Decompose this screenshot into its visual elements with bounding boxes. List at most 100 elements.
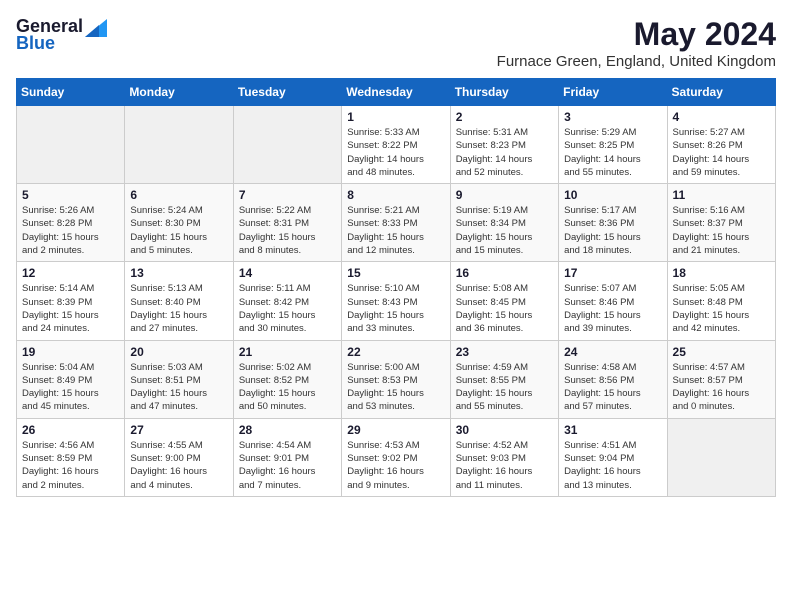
table-row: 29Sunrise: 4:53 AM Sunset: 9:02 PM Dayli… [342,418,450,496]
day-info: Sunrise: 5:02 AM Sunset: 8:52 PM Dayligh… [239,361,336,414]
day-number: 25 [673,345,770,359]
day-info: Sunrise: 5:27 AM Sunset: 8:26 PM Dayligh… [673,126,770,179]
table-row: 28 Sunrise: 4:54 AM Sunset: 9:01 PM Dayli… [233,418,341,496]
day-number: 11 [673,188,770,202]
table-row: 12 Sunrise: 5:14 AM Sunset: 8:39 PM Dayli… [17,262,125,340]
header-sunday: Sunday [17,79,125,106]
day-number: 9 [456,188,553,202]
day-number: 10 [564,188,661,202]
day-info: Sunrise: 4:56 AM Sunset: 8:59 PM Dayligh… [22,439,119,492]
table-row: 21 Sunrise: 5:02 AM Sunset: 8:52 PM Dayli… [233,340,341,418]
table-row [233,106,341,184]
day-number: 6 [130,188,227,202]
table-row: 4 Sunrise: 5:27 AM Sunset: 8:26 PM Daylig… [667,106,775,184]
day-number: 2 [456,110,553,124]
day-number: 18 [673,266,770,280]
day-info: Sunrise: 5:03 AM Sunset: 8:51 PM Dayligh… [130,361,227,414]
table-row: 8Sunrise: 5:21 AM Sunset: 8:33 PM Daylig… [342,184,450,262]
day-info: Sunrise: 4:54 AM Sunset: 9:01 PM Dayligh… [239,439,336,492]
table-row: 14 Sunrise: 5:11 AM Sunset: 8:42 PM Dayli… [233,262,341,340]
day-number: 8 [347,188,444,202]
header-tuesday: Tuesday [233,79,341,106]
day-info: Sunrise: 5:00 AM Sunset: 8:53 PM Dayligh… [347,361,444,414]
day-number: 28 [239,423,336,437]
table-row: 18 Sunrise: 5:05 AM Sunset: 8:48 PM Dayli… [667,262,775,340]
header-monday: Monday [125,79,233,106]
day-info: Sunrise: 5:13 AM Sunset: 8:40 PM Dayligh… [130,282,227,335]
table-row: 15Sunrise: 5:10 AM Sunset: 8:43 PM Dayli… [342,262,450,340]
header-friday: Friday [559,79,667,106]
day-info: Sunrise: 5:10 AM Sunset: 8:43 PM Dayligh… [347,282,444,335]
table-row: 13Sunrise: 5:13 AM Sunset: 8:40 PM Dayli… [125,262,233,340]
calendar-week-row: 5 Sunrise: 5:26 AM Sunset: 8:28 PM Daylig… [17,184,776,262]
table-row: 20 Sunrise: 5:03 AM Sunset: 8:51 PM Dayli… [125,340,233,418]
day-info: Sunrise: 5:31 AM Sunset: 8:23 PM Dayligh… [456,126,553,179]
day-number: 5 [22,188,119,202]
day-number: 14 [239,266,336,280]
day-info: Sunrise: 5:11 AM Sunset: 8:42 PM Dayligh… [239,282,336,335]
day-number: 31 [564,423,661,437]
day-info: Sunrise: 5:19 AM Sunset: 8:34 PM Dayligh… [456,204,553,257]
table-row: 11 Sunrise: 5:16 AM Sunset: 8:37 PM Dayli… [667,184,775,262]
table-row: 27 Sunrise: 4:55 AM Sunset: 9:00 PM Dayli… [125,418,233,496]
month-year-title: May 2024 [497,16,776,53]
header: General Blue May 2024 Furnace Green, Eng… [16,16,776,70]
logo-blue-text: Blue [16,33,55,54]
calendar-week-row: 19Sunrise: 5:04 AM Sunset: 8:49 PM Dayli… [17,340,776,418]
table-row [667,418,775,496]
calendar-week-row: 26 Sunrise: 4:56 AM Sunset: 8:59 PM Dayli… [17,418,776,496]
day-number: 3 [564,110,661,124]
logo-icon [85,19,107,37]
table-row: 26 Sunrise: 4:56 AM Sunset: 8:59 PM Dayli… [17,418,125,496]
day-info: Sunrise: 5:26 AM Sunset: 8:28 PM Dayligh… [22,204,119,257]
table-row: 30Sunrise: 4:52 AM Sunset: 9:03 PM Dayli… [450,418,558,496]
table-row: 25 Sunrise: 4:57 AM Sunset: 8:57 PM Dayli… [667,340,775,418]
table-row: 16 Sunrise: 5:08 AM Sunset: 8:45 PM Dayli… [450,262,558,340]
table-row [125,106,233,184]
table-row: 23 Sunrise: 4:59 AM Sunset: 8:55 PM Dayli… [450,340,558,418]
day-info: Sunrise: 5:17 AM Sunset: 8:36 PM Dayligh… [564,204,661,257]
day-number: 24 [564,345,661,359]
day-number: 1 [347,110,444,124]
day-info: Sunrise: 4:57 AM Sunset: 8:57 PM Dayligh… [673,361,770,414]
day-info: Sunrise: 5:14 AM Sunset: 8:39 PM Dayligh… [22,282,119,335]
day-number: 7 [239,188,336,202]
header-thursday: Thursday [450,79,558,106]
title-section: May 2024 Furnace Green, England, United … [497,16,776,70]
table-row: 24 Sunrise: 4:58 AM Sunset: 8:56 PM Dayli… [559,340,667,418]
day-number: 27 [130,423,227,437]
day-info: Sunrise: 4:59 AM Sunset: 8:55 PM Dayligh… [456,361,553,414]
day-info: Sunrise: 4:58 AM Sunset: 8:56 PM Dayligh… [564,361,661,414]
day-number: 26 [22,423,119,437]
calendar-body: 1 Sunrise: 5:33 AM Sunset: 8:22 PM Daylig… [17,106,776,497]
day-number: 4 [673,110,770,124]
day-number: 20 [130,345,227,359]
calendar-week-row: 12 Sunrise: 5:14 AM Sunset: 8:39 PM Dayli… [17,262,776,340]
header-saturday: Saturday [667,79,775,106]
table-row: 5 Sunrise: 5:26 AM Sunset: 8:28 PM Daylig… [17,184,125,262]
day-number: 23 [456,345,553,359]
day-number: 21 [239,345,336,359]
table-row: 1 Sunrise: 5:33 AM Sunset: 8:22 PM Daylig… [342,106,450,184]
table-row: 17Sunrise: 5:07 AM Sunset: 8:46 PM Dayli… [559,262,667,340]
calendar-header: Sunday Monday Tuesday Wednesday Thursday… [17,79,776,106]
table-row: 2 Sunrise: 5:31 AM Sunset: 8:23 PM Daylig… [450,106,558,184]
day-info: Sunrise: 5:08 AM Sunset: 8:45 PM Dayligh… [456,282,553,335]
table-row: 10 Sunrise: 5:17 AM Sunset: 8:36 PM Dayli… [559,184,667,262]
day-info: Sunrise: 5:05 AM Sunset: 8:48 PM Dayligh… [673,282,770,335]
day-info: Sunrise: 5:16 AM Sunset: 8:37 PM Dayligh… [673,204,770,257]
day-info: Sunrise: 4:55 AM Sunset: 9:00 PM Dayligh… [130,439,227,492]
day-info: Sunrise: 5:33 AM Sunset: 8:22 PM Dayligh… [347,126,444,179]
calendar-table: Sunday Monday Tuesday Wednesday Thursday… [16,78,776,497]
table-row: 7 Sunrise: 5:22 AM Sunset: 8:31 PM Daylig… [233,184,341,262]
day-info: Sunrise: 4:51 AM Sunset: 9:04 PM Dayligh… [564,439,661,492]
table-row: 9 Sunrise: 5:19 AM Sunset: 8:34 PM Daylig… [450,184,558,262]
day-number: 12 [22,266,119,280]
day-info: Sunrise: 5:07 AM Sunset: 8:46 PM Dayligh… [564,282,661,335]
day-number: 29 [347,423,444,437]
day-info: Sunrise: 5:22 AM Sunset: 8:31 PM Dayligh… [239,204,336,257]
day-info: Sunrise: 5:24 AM Sunset: 8:30 PM Dayligh… [130,204,227,257]
table-row: 31 Sunrise: 4:51 AM Sunset: 9:04 PM Dayli… [559,418,667,496]
day-number: 22 [347,345,444,359]
day-number: 16 [456,266,553,280]
